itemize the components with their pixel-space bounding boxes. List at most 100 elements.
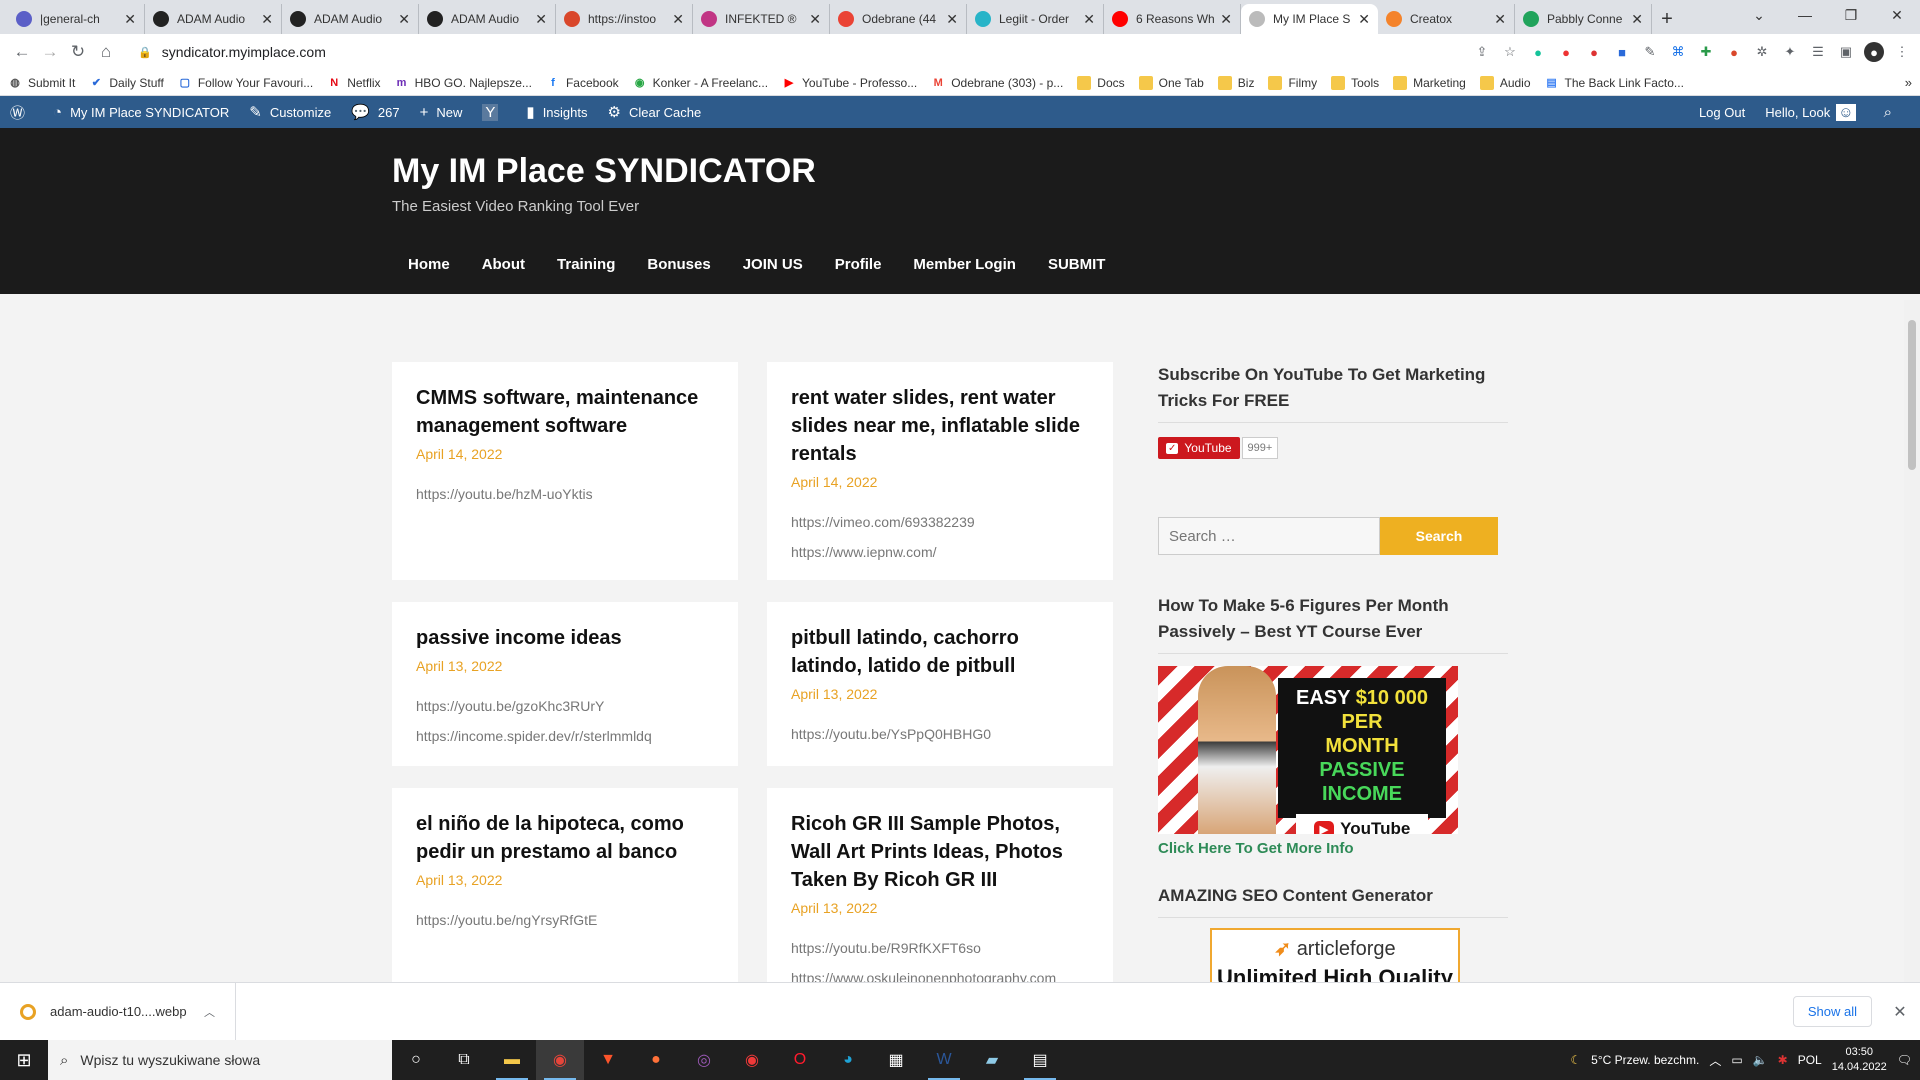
post-link[interactable]: https://youtu.be/YsPpQ0HBHG0: [791, 722, 1089, 746]
page-scrollbar[interactable]: [1904, 300, 1920, 982]
download-item[interactable]: adam-audio-t10....webp ︿: [0, 983, 236, 1040]
bookmark-item[interactable]: ▶ YouTube - Professo...: [782, 76, 917, 90]
bookmark-item[interactable]: ✔ Daily Stuff: [89, 76, 164, 90]
maximize-button[interactable]: ❐: [1828, 0, 1874, 30]
wordpress-logo-icon[interactable]: Ⓦ: [10, 102, 33, 123]
taskbar-search[interactable]: ⌕ Wpisz tu wyszukiwane słowa: [48, 1040, 392, 1080]
grammarly-icon[interactable]: ●: [1528, 42, 1548, 62]
admin-search-icon[interactable]: ⌕: [1884, 104, 1900, 121]
bookmark-item[interactable]: N Netflix: [327, 76, 380, 90]
admin-logout[interactable]: Log Out: [1699, 105, 1745, 120]
extension-blue-icon[interactable]: ■: [1612, 42, 1632, 62]
bookmark-item[interactable]: ◉ Konker - A Freelanc...: [633, 76, 768, 90]
side-panel-icon[interactable]: ▣: [1836, 42, 1856, 62]
extension-badge-icon[interactable]: ●: [1584, 42, 1604, 62]
firefox-icon[interactable]: ●: [632, 1040, 680, 1080]
weather-icon[interactable]: ☾: [1570, 1053, 1581, 1067]
bookmark-item[interactable]: ▤ The Back Link Facto...: [1545, 76, 1684, 90]
post-link[interactable]: https://income.spider.dev/r/sterlmmldq: [416, 724, 714, 748]
bookmark-folder[interactable]: Tools: [1331, 75, 1379, 90]
show-all-button[interactable]: Show all: [1792, 996, 1872, 1027]
extension-gear-icon[interactable]: ✲: [1752, 42, 1772, 62]
site-title[interactable]: My IM Place SYNDICATOR: [392, 152, 816, 191]
scrollbar-thumb[interactable]: [1908, 320, 1916, 470]
browser-tab[interactable]: |general-ch ✕: [8, 4, 145, 34]
extension-code-icon[interactable]: ⌘: [1668, 42, 1688, 62]
close-tab-icon[interactable]: ✕: [398, 11, 410, 28]
browser-tab[interactable]: ADAM Audio ✕: [282, 4, 419, 34]
admin-site-name[interactable]: ◔ My IM Place SYNDICATOR: [53, 104, 229, 121]
admin-clear-cache[interactable]: ⚙ Clear Cache: [608, 103, 702, 121]
forward-button[interactable]: →: [36, 38, 64, 66]
bookmark-item[interactable]: m HBO GO. Najlepsze...: [395, 76, 532, 90]
browser-tab[interactable]: Creatox ✕: [1378, 4, 1515, 34]
bookmark-item[interactable]: ▢ Follow Your Favouri...: [178, 76, 314, 90]
share-icon[interactable]: ⇪: [1472, 42, 1492, 62]
post-link[interactable]: https://youtu.be/R9RfKXFT6so: [791, 936, 1089, 960]
close-tab-icon[interactable]: ✕: [261, 11, 273, 28]
close-window-button[interactable]: ✕: [1874, 0, 1920, 30]
post-link[interactable]: https://www.iepnw.com/: [791, 540, 1089, 564]
bookmark-folder[interactable]: Docs: [1077, 75, 1125, 90]
post-date[interactable]: April 13, 2022: [791, 686, 1089, 702]
reading-list-icon[interactable]: ☰: [1808, 42, 1828, 62]
post-date[interactable]: April 14, 2022: [416, 446, 714, 462]
post-date[interactable]: April 13, 2022: [416, 872, 714, 888]
articleforge-banner[interactable]: ➶ articleforge Unlimited High Quality: [1210, 928, 1460, 982]
brave-icon[interactable]: ▼: [584, 1040, 632, 1080]
menu-icon[interactable]: ⋮: [1892, 42, 1912, 62]
close-tab-icon[interactable]: ✕: [535, 11, 547, 28]
tor-browser-icon[interactable]: ◎: [680, 1040, 728, 1080]
nav-submit[interactable]: SUBMIT: [1048, 256, 1106, 273]
admin-customize[interactable]: ✎ Customize: [249, 103, 331, 121]
post-title[interactable]: Ricoh GR III Sample Photos, Wall Art Pri…: [791, 810, 1089, 894]
post-link[interactable]: https://youtu.be/ngYrsyRfGtE: [416, 908, 714, 932]
weather-text[interactable]: 5°C Przew. bezchm.: [1591, 1053, 1699, 1067]
close-tab-icon[interactable]: ✕: [672, 11, 684, 28]
extensions-puzzle-icon[interactable]: ✦: [1780, 42, 1800, 62]
edge-icon[interactable]: ◕: [824, 1040, 872, 1080]
back-button[interactable]: ←: [8, 38, 36, 66]
extension-plus-icon[interactable]: ✚: [1696, 42, 1716, 62]
bookmark-item[interactable]: M Odebrane (303) - p...: [931, 76, 1064, 90]
search-input[interactable]: [1158, 517, 1380, 555]
post-date[interactable]: April 13, 2022: [791, 900, 1089, 916]
extension-orange-icon[interactable]: ●: [1724, 42, 1744, 62]
youtube-subscribe-button[interactable]: ✓ YouTube: [1158, 437, 1240, 459]
admin-new[interactable]: + New: [420, 104, 463, 121]
close-tab-icon[interactable]: ✕: [124, 11, 136, 28]
browser-tab[interactable]: Legiit - Order ✕: [967, 4, 1104, 34]
language-indicator[interactable]: POL: [1798, 1053, 1822, 1067]
nav-member-login[interactable]: Member Login: [913, 256, 1016, 273]
calculator-icon[interactable]: ▦: [872, 1040, 920, 1080]
reload-button[interactable]: ↻: [64, 38, 92, 66]
browser-tab[interactable]: Pabbly Conne ✕: [1515, 4, 1652, 34]
post-title[interactable]: CMMS software, maintenance management so…: [416, 384, 714, 440]
admin-account[interactable]: Hello, Look ☺: [1765, 103, 1863, 121]
search-button[interactable]: Search: [1380, 517, 1498, 555]
chevron-up-icon[interactable]: ︿: [204, 1004, 215, 1020]
network-icon[interactable]: ▭: [1731, 1053, 1742, 1067]
post-title[interactable]: rent water slides, rent water slides nea…: [791, 384, 1089, 468]
close-download-bar-icon[interactable]: ✕: [1880, 1002, 1920, 1022]
notes-icon[interactable]: ▰: [968, 1040, 1016, 1080]
nav-about[interactable]: About: [482, 256, 525, 273]
lock-icon[interactable]: 🔒: [138, 46, 152, 59]
bookmark-folder[interactable]: Marketing: [1393, 75, 1466, 90]
vivaldi-icon[interactable]: ◉: [728, 1040, 776, 1080]
bookmark-item[interactable]: ◍ Submit It: [8, 76, 75, 90]
nav-join-us[interactable]: JOIN US: [743, 256, 803, 273]
close-tab-icon[interactable]: ✕: [1220, 11, 1232, 28]
bookmark-folder[interactable]: Audio: [1479, 75, 1531, 90]
cortana-icon[interactable]: ○: [392, 1040, 440, 1080]
course-more-info-link[interactable]: Click Here To Get More Info: [1158, 840, 1508, 857]
close-tab-icon[interactable]: ✕: [1358, 11, 1370, 28]
close-tab-icon[interactable]: ✕: [1631, 11, 1643, 28]
opera-icon[interactable]: O: [776, 1040, 824, 1080]
post-date[interactable]: April 13, 2022: [416, 658, 714, 674]
post-title[interactable]: passive income ideas: [416, 624, 714, 652]
windows-start-icon[interactable]: ⊞: [0, 1040, 48, 1080]
extension-red-icon[interactable]: ●: [1556, 42, 1576, 62]
admin-comments[interactable]: 💬 267: [351, 103, 399, 121]
post-link[interactable]: https://www.oskuleinonenphotography.com: [791, 966, 1089, 982]
